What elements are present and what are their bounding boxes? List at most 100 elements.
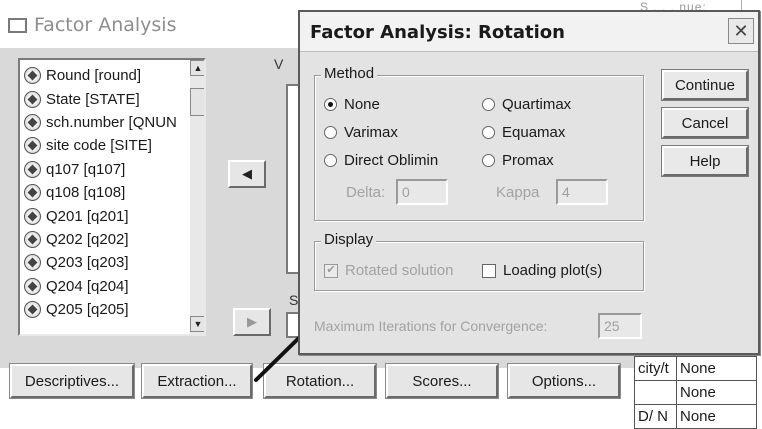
scale-variable-icon bbox=[24, 137, 41, 155]
table-cell: None bbox=[676, 404, 757, 429]
radio-none[interactable]: None bbox=[324, 96, 380, 113]
scroll-down-button[interactable]: ▼ bbox=[190, 316, 204, 332]
variable-label: q108 [q108] bbox=[46, 184, 126, 202]
radio-button[interactable] bbox=[324, 126, 337, 139]
radio-button[interactable] bbox=[482, 154, 495, 167]
display-legend: Display bbox=[321, 231, 377, 248]
delta-label: Delta: bbox=[346, 184, 386, 201]
list-item[interactable]: State [STATE] bbox=[24, 87, 204, 110]
scroll-thumb[interactable] bbox=[190, 88, 204, 116]
help-button[interactable]: Help bbox=[661, 145, 749, 177]
descriptives-button[interactable]: Descriptives... bbox=[9, 363, 135, 399]
table-cell: D/ N bbox=[634, 404, 677, 429]
close-button[interactable]: ✕ bbox=[728, 18, 754, 44]
scale-variable-icon bbox=[24, 254, 41, 272]
variable-label: Q204 [q204] bbox=[46, 277, 129, 295]
scroll-up-button[interactable]: ▲ bbox=[190, 60, 204, 76]
radio-label: Quartimax bbox=[502, 96, 572, 113]
list-item[interactable]: q107 [q107] bbox=[24, 158, 204, 181]
radio-label: Equamax bbox=[502, 124, 566, 141]
scores-button[interactable]: Scores... bbox=[385, 363, 499, 399]
table-cell: None bbox=[676, 380, 757, 405]
options-button[interactable]: Options... bbox=[507, 363, 621, 399]
radio-label: Promax bbox=[502, 152, 554, 169]
variable-label: Round [round] bbox=[46, 67, 142, 85]
selection-label-fragment: S bbox=[289, 292, 299, 308]
radio-label: Varimax bbox=[344, 124, 398, 141]
table-cell bbox=[634, 380, 677, 405]
list-item[interactable]: Q202 [q202] bbox=[24, 228, 204, 251]
arrow-right-icon: ▶ bbox=[247, 314, 257, 329]
radio-direct-oblimin[interactable]: Direct Oblimin bbox=[324, 152, 438, 169]
rotation-button[interactable]: Rotation... bbox=[263, 363, 377, 399]
checkbox-label: Rotated solution bbox=[345, 262, 454, 279]
variable-label: Q203 [q203] bbox=[46, 254, 129, 272]
dialog-title: Factor Analysis: Rotation bbox=[310, 22, 565, 43]
move-selection-variable-button[interactable]: ▶ bbox=[233, 308, 271, 336]
radio-label: None bbox=[344, 96, 380, 113]
max-iterations-label: Maximum Iterations for Convergence: bbox=[314, 318, 548, 334]
window-icon bbox=[8, 17, 27, 33]
radio-button[interactable] bbox=[324, 154, 337, 167]
rotation-dialog: Factor Analysis: Rotation ✕ Method None … bbox=[298, 10, 760, 355]
source-variable-list[interactable]: Round [round] State [STATE] sch.number [… bbox=[18, 58, 206, 336]
radio-button-selected[interactable] bbox=[324, 98, 337, 111]
table-row: D/ N None bbox=[634, 404, 757, 429]
variable-label: sch.number [QNUN bbox=[46, 113, 177, 131]
scale-variable-icon bbox=[24, 113, 41, 131]
rotated-solution-checkbox[interactable]: ✔ Rotated solution bbox=[324, 262, 453, 279]
list-item[interactable]: sch.number [QNUN bbox=[24, 111, 204, 134]
scale-variable-icon bbox=[24, 90, 41, 108]
list-item[interactable]: Round [round] bbox=[24, 64, 204, 87]
checkbox-label: Loading plot(s) bbox=[503, 262, 603, 279]
method-legend: Method bbox=[321, 65, 378, 82]
extraction-button[interactable]: Extraction... bbox=[141, 363, 253, 399]
list-item[interactable]: Q201 [q201] bbox=[24, 204, 204, 227]
cancel-button[interactable]: Cancel bbox=[661, 107, 749, 139]
list-item[interactable]: site code [SITE] bbox=[24, 134, 204, 157]
kappa-field[interactable]: 4 bbox=[556, 179, 608, 205]
list-item[interactable]: Q204 [q204] bbox=[24, 275, 204, 298]
move-variables-button[interactable]: ◀ bbox=[228, 160, 266, 188]
table-cell: city/t bbox=[634, 356, 677, 381]
radio-promax[interactable]: Promax bbox=[482, 152, 554, 169]
scale-variable-icon bbox=[24, 160, 41, 178]
radio-button[interactable] bbox=[482, 98, 495, 111]
loading-plots-checkbox[interactable]: Loading plot(s) bbox=[482, 262, 602, 279]
checkbox[interactable] bbox=[482, 263, 496, 278]
table-cell: None bbox=[676, 356, 757, 381]
checkbox-checked-disabled[interactable]: ✔ bbox=[324, 263, 338, 278]
list-item[interactable]: Q203 [q203] bbox=[24, 251, 204, 274]
kappa-label: Kappa bbox=[496, 184, 540, 201]
table-row: city/t None bbox=[634, 356, 757, 381]
variable-label: Q202 [q202] bbox=[46, 230, 129, 248]
radio-varimax[interactable]: Varimax bbox=[324, 124, 398, 141]
variable-label: site code [SITE] bbox=[46, 137, 152, 155]
scale-variable-icon bbox=[24, 277, 41, 295]
window-title: Factor Analysis bbox=[8, 14, 176, 36]
scale-variable-icon bbox=[24, 207, 41, 225]
scale-variable-icon bbox=[24, 67, 41, 85]
radio-quartimax[interactable]: Quartimax bbox=[482, 96, 571, 113]
continue-button[interactable]: Continue bbox=[661, 69, 749, 101]
scale-variable-icon bbox=[24, 184, 41, 202]
list-item[interactable]: Q205 [q205] bbox=[24, 298, 204, 321]
delta-field[interactable]: 0 bbox=[396, 179, 448, 205]
window-title-text: Factor Analysis bbox=[34, 14, 177, 36]
list-scrollbar[interactable]: ▲ ▼ bbox=[190, 60, 204, 334]
variable-label: Q205 [q205] bbox=[46, 301, 129, 319]
scale-variable-icon bbox=[24, 230, 41, 248]
variable-label: State [STATE] bbox=[46, 90, 140, 108]
max-iterations-field[interactable]: 25 bbox=[598, 313, 642, 339]
radio-button[interactable] bbox=[482, 126, 495, 139]
radio-label: Direct Oblimin bbox=[344, 152, 439, 169]
variable-label: Q201 [q201] bbox=[46, 207, 129, 225]
variable-label: q107 [q107] bbox=[46, 160, 126, 178]
background-output-table: city/t None None D/ N None bbox=[634, 356, 757, 429]
radio-equamax[interactable]: Equamax bbox=[482, 124, 565, 141]
scale-variable-icon bbox=[24, 301, 41, 319]
table-row: None bbox=[634, 380, 757, 405]
arrow-left-icon: ◀ bbox=[242, 166, 252, 181]
list-item[interactable]: q108 [q108] bbox=[24, 181, 204, 204]
variables-label-fragment: V bbox=[274, 56, 284, 72]
